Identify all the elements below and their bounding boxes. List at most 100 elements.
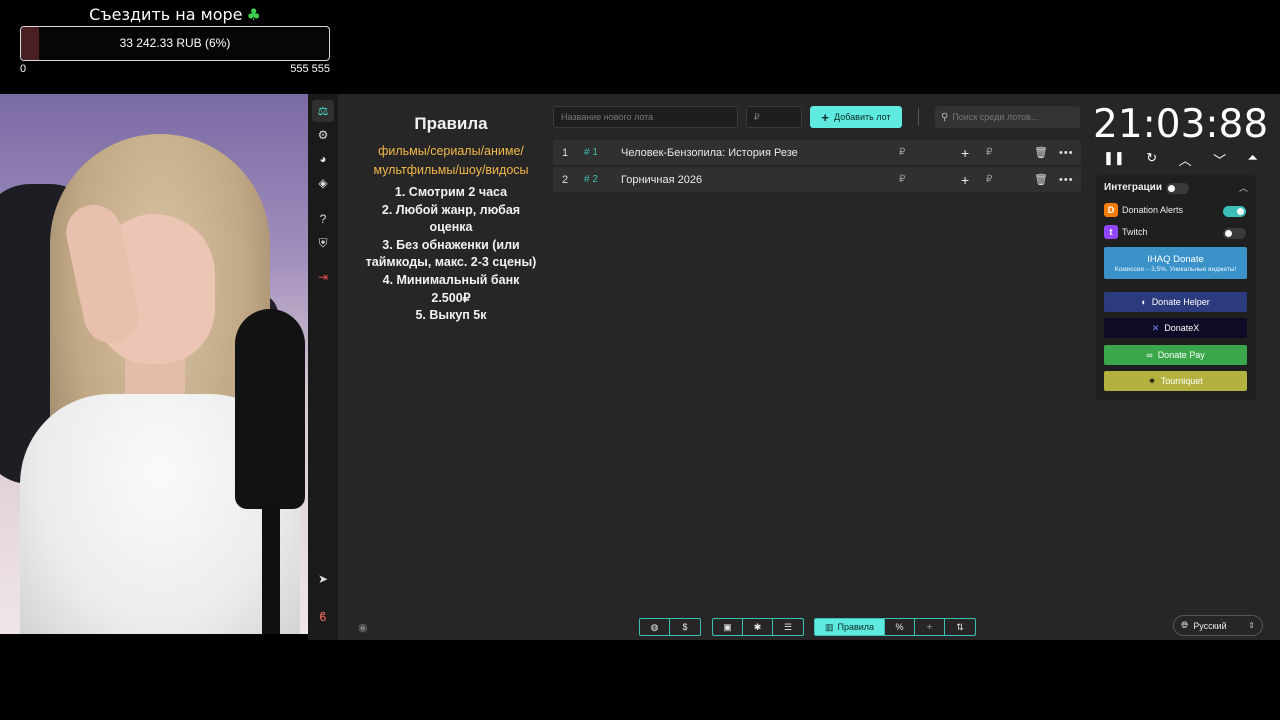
links-group: ◍ $ [639, 618, 701, 636]
donatex-button[interactable]: ✕ DonateX [1104, 318, 1247, 338]
divide-icon[interactable]: ÷ [915, 619, 945, 635]
lot-id: # 2 [584, 174, 598, 185]
search-icon: ⚲ [941, 111, 949, 123]
ihaq-donate-sub: Комиссия – 3,5%. Уникальные виджеты! [1114, 265, 1237, 273]
lot-number: 1 [562, 146, 569, 159]
donation-goal: Съездить на море ♣ 33 242.33 RUB (6%) 0 5… [20, 4, 330, 75]
lot-search-input[interactable] [952, 112, 1073, 122]
tourniquet-label: Tourniquet [1160, 376, 1203, 386]
donate-pay-icon: ∞ [1146, 350, 1153, 360]
boosty-icon[interactable]: ϐ [312, 606, 334, 628]
reset-icon[interactable]: ↻ [1146, 150, 1157, 169]
lot-row[interactable]: 2 # 2 Горничная 2026 ₽ + ₽ 🗑 ••• [553, 167, 1081, 192]
dollar-icon[interactable]: $ [670, 619, 700, 635]
clover-icon: ♣ [246, 5, 261, 24]
add-lot-button[interactable]: + Добавить лот [810, 106, 902, 128]
microphone [235, 309, 305, 509]
eye-icon[interactable]: ◉ [358, 621, 368, 634]
lot-add-price[interactable]: ₽ [986, 147, 992, 158]
trash-icon[interactable]: 🗑 [1034, 173, 1048, 186]
telegram-icon[interactable]: ➤ [312, 568, 334, 590]
rules-genres: фильмы/сериалы/аниме/ мультфильмы/шоу/ви… [373, 144, 529, 177]
donate-helper-label: Donate Helper [1151, 297, 1210, 307]
lot-number: 2 [562, 173, 569, 186]
more-icon[interactable]: ••• [1059, 174, 1074, 186]
lot-id: # 1 [584, 147, 598, 158]
rules-toggle-button[interactable]: ▥ Правила [815, 619, 885, 635]
settings-gear-icon[interactable]: ⚙ [312, 124, 334, 146]
donation-alerts-row: D Donation Alerts [1104, 203, 1183, 217]
book-icon: ▥ [824, 621, 834, 632]
percent-icon[interactable]: % [885, 619, 915, 635]
sort-icon[interactable]: ⇅ [945, 619, 975, 635]
list-icon[interactable]: ☰ [773, 619, 803, 635]
logout-icon[interactable]: ⇥ [312, 266, 334, 288]
rules-title: Правила [414, 114, 488, 133]
rules-toggle-label: Правила [837, 622, 875, 632]
view-group: ▥ Правила % ÷ ⇅ [814, 618, 976, 636]
lot-search[interactable]: ⚲ [935, 106, 1080, 128]
donate-helper-button[interactable]: ◐ Donate Helper [1104, 292, 1247, 312]
help-icon[interactable]: ? [312, 208, 334, 230]
lot-title[interactable]: Горничная 2026 [621, 174, 886, 186]
ihaq-donate-button[interactable]: IHAQ Donate Комиссия – 3,5%. Уникальные … [1104, 247, 1247, 279]
shield-icon[interactable]: ⛨ [312, 232, 334, 254]
integrations-panel: Интеграции ︿ D Donation Alerts t Twitch … [1096, 175, 1256, 400]
add-bid-icon[interactable]: + [961, 172, 969, 188]
twitch-icon: t [1104, 225, 1118, 239]
trash-icon[interactable]: 🗑 [1034, 146, 1048, 159]
lot-row[interactable]: 1 # 1 Человек-Бензопила: История Резе ₽ … [553, 140, 1081, 165]
chevron-down-icon[interactable]: ﹀ [1213, 150, 1226, 169]
donate-pay-button[interactable]: ∞ Donate Pay [1104, 345, 1247, 365]
add-bid-icon[interactable]: + [961, 145, 969, 161]
twitch-row: t Twitch [1104, 225, 1148, 239]
pause-icon[interactable]: ❚❚ [1103, 150, 1125, 169]
donatex-icon: ✕ [1151, 322, 1160, 333]
lot-price[interactable]: ₽ [899, 174, 905, 185]
tourniquet-button[interactable]: ✷ Tourniquet [1104, 371, 1247, 391]
chevron-up-icon[interactable]: ︿ [1239, 181, 1248, 194]
double-chevron-up-icon[interactable]: ⏶ [1248, 150, 1258, 169]
save-icon[interactable]: ▣ [713, 619, 743, 635]
lot-price[interactable]: ₽ [899, 147, 905, 158]
donate-helper-icon: ◐ [1141, 297, 1147, 307]
lot-price-input[interactable] [746, 106, 802, 128]
integrations-title: Интеграции [1104, 182, 1162, 193]
language-select[interactable]: 🌐︎ Русский ⇕ [1173, 615, 1263, 636]
lot-name-input[interactable] [553, 106, 738, 128]
rules-item: 2. Любой жанр, любая оценка [381, 202, 521, 235]
wheel-chart-icon[interactable]: ◕ [312, 148, 334, 170]
goal-scale-max: 555 555 [290, 63, 330, 75]
auction-app: ⚖ ⚙ ◕ ◈ ? ⛨ ⇥ ➤ ϐ Правила фильмы/сериалы… [308, 94, 1280, 640]
donation-alerts-label: Donation Alerts [1122, 205, 1184, 215]
plus-icon: + [821, 109, 830, 125]
rules-item: 1. Смотрим 2 часа [394, 185, 508, 199]
add-lot-label: Добавить лот [834, 112, 891, 122]
donation-alerts-toggle[interactable] [1223, 206, 1246, 217]
auction-gavel-icon[interactable]: ⚖ [312, 100, 334, 122]
donatex-label: DonateX [1164, 323, 1200, 333]
lot-add-price[interactable]: ₽ [986, 174, 992, 185]
timer-controls: ❚❚ ↻ ︿ ﹀ ⏶ [1103, 150, 1258, 169]
layers-icon[interactable]: ◈ [312, 172, 334, 194]
more-icon[interactable]: ••• [1059, 147, 1074, 159]
bug-icon[interactable]: ✱ [743, 619, 773, 635]
goal-scale: 0 555 555 [20, 63, 330, 75]
donation-alerts-icon: D [1104, 203, 1118, 217]
goal-title: Съездить на море ♣ [20, 4, 330, 26]
goal-progress-bar: 33 242.33 RUB (6%) [20, 26, 330, 61]
chevron-up-icon[interactable]: ︿ [1179, 150, 1192, 169]
side-rail: ⚖ ⚙ ◕ ◈ ? ⛨ ⇥ ➤ ϐ [308, 94, 338, 640]
rules-item: 5. Выкуп 5к [415, 308, 487, 323]
integrations-toggle[interactable] [1166, 183, 1189, 194]
lot-title[interactable]: Человек-Бензопила: История Резе [621, 147, 886, 159]
github-icon[interactable]: ◍ [640, 619, 670, 635]
toolbar-divider [918, 108, 919, 126]
select-arrows-icon: ⇕ [1248, 621, 1255, 630]
webcam-feed [0, 94, 308, 634]
twitch-toggle[interactable] [1223, 228, 1246, 239]
goal-scale-min: 0 [20, 63, 27, 75]
file-group: ▣ ✱ ☰ [712, 618, 804, 636]
rules-item: 4. Минимальный банк 2.500₽ [382, 272, 520, 305]
twitch-label: Twitch [1122, 227, 1148, 237]
